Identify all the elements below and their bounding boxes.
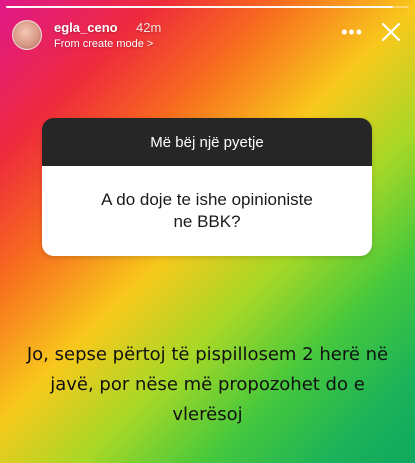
- close-icon[interactable]: [379, 20, 403, 44]
- question-sticker[interactable]: Më bëj një pyetje A do doje te ishe opin…: [42, 118, 372, 256]
- avatar[interactable]: [12, 20, 42, 50]
- question-sticker-body: A do doje te ishe opinioniste ne BBK?: [42, 166, 372, 256]
- story-progress-fill: [6, 6, 393, 8]
- question-sticker-header: Më bëj një pyetje: [42, 118, 372, 166]
- create-mode-link[interactable]: From create mode >: [54, 38, 153, 50]
- story-header: egla_ceno 42m From create mode > •••: [12, 18, 403, 54]
- answer-text: Jo, sepse përtoj të pispillosem 2 herë n…: [26, 344, 389, 425]
- story-viewer[interactable]: egla_ceno 42m From create mode > ••• Më …: [0, 0, 415, 463]
- username[interactable]: egla_ceno: [54, 20, 118, 35]
- question-sticker-title: Më bëj një pyetje: [150, 133, 264, 151]
- question-text: A do doje te ishe opinioniste ne BBK?: [101, 190, 313, 231]
- more-icon[interactable]: •••: [341, 22, 363, 42]
- story-progress-bar: [6, 6, 409, 8]
- post-time: 42m: [136, 20, 162, 35]
